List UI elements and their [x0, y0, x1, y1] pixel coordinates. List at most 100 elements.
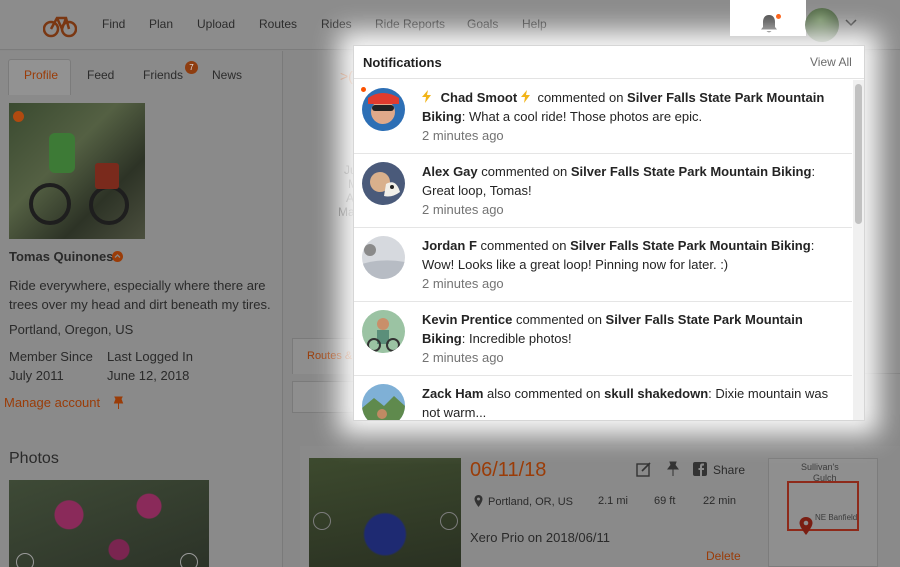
badge-icon — [112, 251, 123, 262]
notification-message: : Incredible photos! — [461, 331, 572, 346]
notification-target[interactable]: skull shakedown — [604, 386, 708, 401]
notification-action: commented on — [476, 238, 571, 253]
avatar[interactable] — [362, 162, 405, 205]
avatar[interactable] — [362, 236, 405, 279]
route-map[interactable]: Sullivan's Gulch NE Banfield — [768, 458, 878, 567]
nav-goals[interactable]: Goals — [467, 17, 498, 31]
tab-routes-label: Routes & — [307, 350, 353, 362]
notification-item[interactable]: Zack Ham also commented on skull shakedo… — [354, 376, 852, 420]
notification-item[interactable]: Kevin Prentice commented on Silver Falls… — [354, 302, 852, 376]
search-input[interactable] — [292, 381, 362, 413]
notification-action: commented on — [512, 312, 606, 327]
nav-help[interactable]: Help — [522, 17, 547, 31]
notification-user[interactable]: Chad Smoot — [441, 90, 518, 105]
chevron-down-icon[interactable] — [845, 17, 857, 27]
bike-logo-icon[interactable] — [43, 12, 77, 38]
location-icon — [474, 495, 483, 507]
share-button[interactable]: Share — [713, 463, 745, 477]
notification-action: commented on — [537, 90, 628, 105]
lightning-icon — [520, 90, 530, 103]
manage-account-link[interactable]: Manage account — [4, 395, 100, 410]
pin-icon[interactable] — [665, 461, 681, 477]
friends-count-badge: 7 — [185, 61, 198, 74]
nav-upload[interactable]: Upload — [197, 17, 235, 31]
next-photo-button[interactable] — [440, 512, 458, 530]
notification-time: 2 minutes ago — [422, 128, 504, 143]
map-label: Sullivan's — [801, 462, 839, 472]
notifications-header: Notifications View All — [354, 46, 864, 79]
photos-title: Photos — [9, 450, 59, 467]
notification-message: : What a cool ride! Those photos are epi… — [461, 109, 703, 124]
notification-text: Zack Ham also commented on skull shakedo… — [422, 384, 837, 420]
ride-title[interactable]: Xero Prio on 2018/06/11 — [470, 530, 610, 545]
notification-user[interactable]: Alex Gay — [422, 164, 478, 179]
notifications-title: Notifications — [363, 55, 442, 70]
prev-photo-button[interactable] — [16, 553, 34, 567]
notification-item[interactable]: Chad Smoot commented on Silver Falls Sta… — [354, 80, 852, 154]
notification-text: Alex Gay commented on Silver Falls State… — [422, 162, 837, 219]
nav-rides[interactable]: Rides — [321, 17, 352, 31]
badge-icon — [13, 111, 24, 122]
tab-friends[interactable]: Friends — [143, 68, 183, 82]
notifications-list[interactable]: Chad Smoot commented on Silver Falls Sta… — [354, 80, 852, 420]
user-avatar[interactable] — [805, 8, 839, 42]
facebook-icon[interactable] — [692, 461, 708, 477]
notification-text: Kevin Prentice commented on Silver Falls… — [422, 310, 837, 367]
scrollbar[interactable] — [853, 80, 864, 420]
ride-distance: 2.1 mi — [598, 495, 628, 507]
member-since-value: July 2011 — [9, 368, 64, 383]
notification-action: commented on — [477, 164, 571, 179]
notification-text: Jordan F commented on Silver Falls State… — [422, 236, 837, 293]
tab-news[interactable]: News — [212, 68, 242, 82]
prev-photo-button[interactable] — [313, 512, 331, 530]
profile-location: Portland, Oregon, US — [9, 322, 134, 337]
photo-thumbnail[interactable] — [9, 480, 209, 567]
avatar[interactable] — [362, 384, 405, 420]
route-line — [787, 481, 859, 531]
notification-user[interactable]: Kevin Prentice — [422, 312, 512, 327]
view-all-link[interactable]: View All — [810, 55, 852, 69]
notification-item[interactable]: Alex Gay commented on Silver Falls State… — [354, 154, 852, 228]
last-logged-label: Last Logged In — [107, 349, 194, 364]
center-fragment: >( — [340, 68, 353, 84]
notification-target[interactable]: Silver Falls State Park Mountain Biking — [571, 164, 812, 179]
notification-user[interactable]: Jordan F — [422, 238, 477, 253]
notification-user[interactable]: Zack Ham — [422, 386, 483, 401]
nav-plan[interactable]: Plan — [149, 17, 173, 31]
scrollbar-thumb[interactable] — [855, 84, 862, 224]
notification-text: Chad Smoot commented on Silver Falls Sta… — [422, 88, 837, 145]
notification-dot — [776, 14, 781, 19]
nav-routes[interactable]: Routes — [259, 17, 297, 31]
notification-time: 2 minutes ago — [422, 202, 504, 217]
nav-ride-reports[interactable]: Ride Reports — [375, 17, 445, 31]
notification-target[interactable]: Silver Falls State Park Mountain Biking — [570, 238, 811, 253]
notifications-panel: Notifications View All Chad Smoot commen… — [353, 45, 865, 421]
pin-icon[interactable] — [113, 396, 124, 410]
profile-photo[interactable] — [9, 103, 145, 239]
ride-photo[interactable] — [309, 458, 461, 567]
tab-profile[interactable]: Profile — [24, 68, 58, 82]
ride-duration: 22 min — [703, 495, 737, 507]
next-photo-button[interactable] — [180, 553, 198, 567]
profile-bio: Ride everywhere, especially where there … — [9, 278, 271, 312]
ride-date[interactable]: 06/11/18 — [470, 459, 546, 482]
ride-location: Portland, OR, US — [488, 496, 573, 508]
map-pin-icon — [799, 517, 813, 535]
tab-feed[interactable]: Feed — [87, 68, 114, 82]
notification-time: 2 minutes ago — [422, 276, 504, 291]
delete-button[interactable]: Delete — [706, 549, 741, 563]
edit-icon[interactable] — [636, 461, 652, 477]
nav-find[interactable]: Find — [102, 17, 125, 31]
ride-elevation: 69 ft — [654, 495, 676, 507]
tab-routes[interactable]: Routes & — [292, 338, 356, 374]
avatar[interactable] — [362, 310, 405, 353]
avatar[interactable] — [362, 88, 405, 131]
profile-name: Tomas Quinones — [9, 249, 114, 264]
lightning-icon — [422, 90, 431, 103]
notification-time: 2 minutes ago — [422, 350, 504, 365]
unread-dot — [361, 87, 366, 92]
notification-item[interactable]: Jordan F commented on Silver Falls State… — [354, 228, 852, 302]
member-since-label: Member Since — [9, 349, 93, 364]
last-logged-value: June 12, 2018 — [107, 368, 190, 383]
notification-action: also commented on — [483, 386, 605, 401]
